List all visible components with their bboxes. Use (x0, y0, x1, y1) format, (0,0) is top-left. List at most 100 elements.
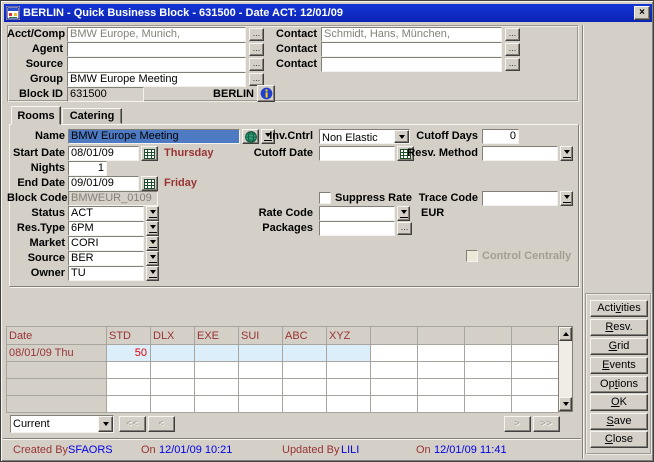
grid-cell[interactable] (151, 379, 195, 396)
packages-lookup-button[interactable]: ... (397, 222, 412, 235)
close-button[interactable]: Close (590, 431, 648, 448)
grid-cell[interactable] (327, 379, 371, 396)
grid-cell[interactable] (195, 345, 239, 362)
grid-cell[interactable] (239, 362, 283, 379)
scroll-down-button[interactable] (559, 397, 572, 411)
nav-last-button[interactable]: >> (533, 416, 560, 432)
grid-view-dropdown-button[interactable] (98, 416, 113, 432)
rate-code-field[interactable] (319, 206, 395, 221)
status-field[interactable]: ACT (68, 206, 144, 221)
scroll-up-button[interactable] (559, 327, 572, 341)
grid-cell[interactable] (239, 379, 283, 396)
grid-cell[interactable] (371, 362, 418, 379)
start-date-calendar-button[interactable] (141, 146, 158, 161)
grid-cell[interactable] (239, 396, 283, 413)
source-list-button[interactable] (146, 251, 159, 266)
group-field[interactable]: BMW Europe Meeting (67, 72, 246, 87)
inv-cntrl-select[interactable]: Non Elastic (319, 129, 410, 144)
grid-scrollbar[interactable] (558, 326, 573, 412)
property-info-button[interactable] (257, 85, 275, 102)
grid-cell[interactable] (418, 362, 465, 379)
grid-cell[interactable] (418, 396, 465, 413)
grid-cell[interactable] (512, 379, 559, 396)
grid-cell[interactable] (465, 396, 512, 413)
res-type-field[interactable]: 6PM (68, 221, 144, 236)
grid-date-cell[interactable] (7, 379, 107, 396)
market-list-button[interactable] (146, 236, 159, 251)
contact2-field[interactable] (321, 42, 502, 57)
activities-button[interactable]: Activities (590, 300, 648, 317)
acct-comp-lookup-button[interactable]: ... (249, 28, 264, 41)
grid-cell[interactable] (418, 345, 465, 362)
trace-code-list-button[interactable] (560, 191, 573, 206)
grid-cell[interactable] (107, 362, 151, 379)
grid-cell[interactable] (151, 396, 195, 413)
grid-cell[interactable] (371, 396, 418, 413)
grid-cell[interactable] (283, 345, 327, 362)
owner-field[interactable]: TU (68, 266, 144, 281)
options-button[interactable]: Options (590, 376, 648, 393)
grid-cell[interactable] (512, 396, 559, 413)
contact1-lookup-button[interactable]: ... (505, 28, 520, 41)
nights-field[interactable]: 1 (68, 161, 107, 176)
grid-cell[interactable] (465, 362, 512, 379)
resv-method-list-button[interactable] (560, 146, 573, 161)
ok-button[interactable]: OK (590, 394, 648, 411)
grid-cell[interactable] (283, 362, 327, 379)
source-lookup-button[interactable]: ... (249, 58, 264, 71)
grid-cell[interactable] (418, 379, 465, 396)
close-icon[interactable]: × (634, 6, 650, 20)
nav-first-button[interactable]: << (119, 416, 146, 432)
contact1-field[interactable]: Schmidt, Hans, München, (321, 27, 502, 42)
grid-cell[interactable] (327, 396, 371, 413)
grid-cell[interactable] (107, 379, 151, 396)
status-list-button[interactable] (146, 206, 159, 221)
resv-method-field[interactable] (482, 146, 558, 161)
start-date-field[interactable]: 08/01/09 (68, 146, 139, 161)
source-code-field[interactable]: BER (68, 251, 144, 266)
agent-field[interactable] (67, 42, 246, 57)
grid-cell[interactable] (371, 379, 418, 396)
grid-cell[interactable] (107, 396, 151, 413)
contact3-field[interactable] (321, 57, 502, 72)
grid-button[interactable]: Grid (590, 338, 648, 355)
grid-cell[interactable] (195, 362, 239, 379)
grid-cell[interactable] (195, 379, 239, 396)
grid-cell[interactable] (327, 345, 371, 362)
grid-cell[interactable] (283, 396, 327, 413)
grid-date-cell[interactable]: 08/01/09 Thu (7, 345, 107, 362)
nav-next-button[interactable]: > (504, 416, 531, 432)
grid-cell[interactable] (371, 345, 418, 362)
market-field[interactable]: CORI (68, 236, 144, 251)
owner-list-button[interactable] (146, 266, 159, 281)
grid-cell[interactable] (283, 379, 327, 396)
source-field[interactable] (67, 57, 246, 72)
grid-date-cell[interactable] (7, 396, 107, 413)
resv-button[interactable]: Resv. (590, 319, 648, 336)
agent-lookup-button[interactable]: ... (249, 43, 264, 56)
grid-cell[interactable] (151, 362, 195, 379)
packages-field[interactable] (319, 221, 395, 236)
grid-view-select[interactable]: Current (10, 415, 114, 433)
suppress-rate-checkbox[interactable] (319, 192, 331, 204)
acct-comp-field[interactable]: BMW Europe, Munich, (67, 27, 246, 42)
rate-code-list-button[interactable] (397, 206, 410, 221)
events-button[interactable]: Events (590, 357, 648, 374)
cutoff-days-field[interactable]: 0 (482, 129, 519, 144)
grid-cell[interactable] (512, 362, 559, 379)
trace-code-field[interactable] (482, 191, 558, 206)
cutoff-date-field[interactable] (319, 146, 395, 161)
nav-prev-button[interactable]: < (148, 416, 175, 432)
save-button[interactable]: Save (590, 413, 648, 430)
grid-cell[interactable] (151, 345, 195, 362)
grid-cell[interactable] (327, 362, 371, 379)
tab-rooms[interactable]: Rooms (11, 106, 61, 125)
grid-cell[interactable] (465, 379, 512, 396)
grid-cell[interactable] (195, 396, 239, 413)
grid-date-cell[interactable] (7, 362, 107, 379)
contact2-lookup-button[interactable]: ... (505, 43, 520, 56)
name-field[interactable]: BMW Europe Meeting (68, 129, 240, 144)
contact3-lookup-button[interactable]: ... (505, 58, 520, 71)
end-date-field[interactable]: 09/01/09 (68, 176, 139, 191)
end-date-calendar-button[interactable] (141, 176, 158, 191)
